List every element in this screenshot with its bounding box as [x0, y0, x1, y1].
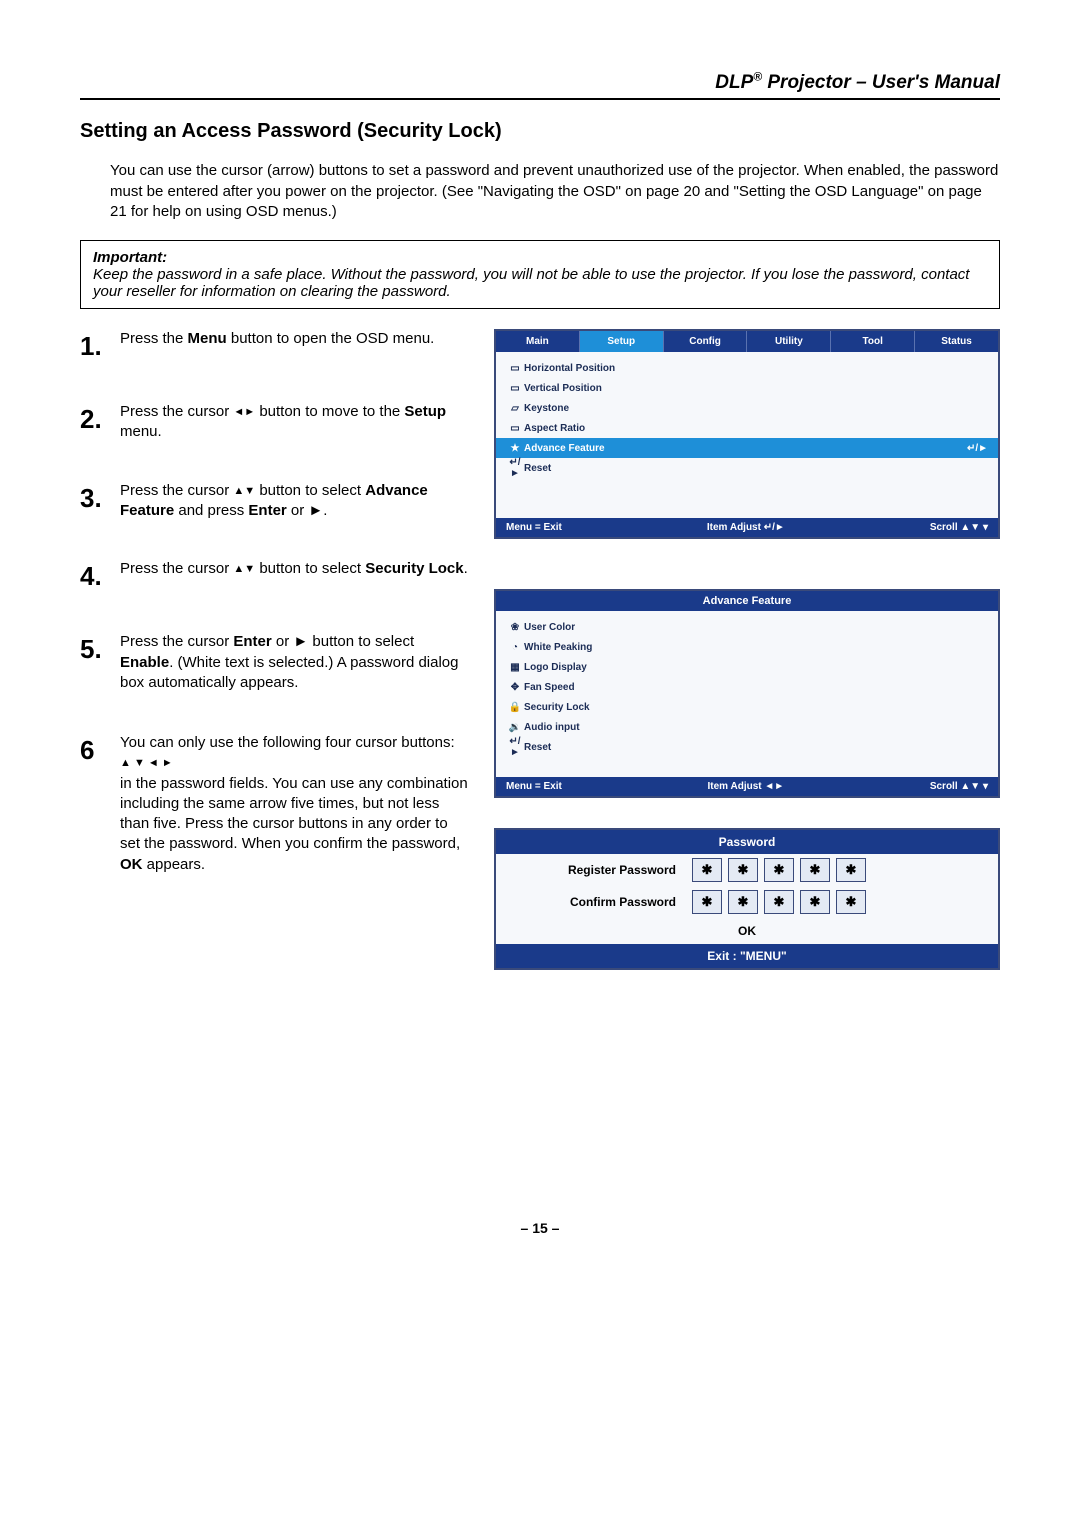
- osd-item: ↵/►Reset: [496, 458, 998, 478]
- important-label: Important:: [93, 249, 987, 266]
- osd-title: Advance Feature: [496, 591, 998, 611]
- step-number: 2.: [80, 402, 110, 443]
- step-3: 3. Press the cursor ▲▼ button to select …: [80, 481, 470, 522]
- password-ok: OK: [496, 918, 998, 944]
- osd-tab-config: Config: [664, 331, 748, 352]
- step-text: Press the cursor ▲▼ button to select Sec…: [120, 559, 468, 594]
- figures-column: Main Setup Config Utility Tool Status ▭H…: [494, 329, 1000, 970]
- osd-tab-setup: Setup: [580, 331, 664, 352]
- audio-icon: 🔉: [506, 722, 524, 733]
- osd-item: ▭Horizontal Position: [496, 358, 998, 378]
- peaking-icon: ◔: [506, 642, 524, 653]
- step-number: 4.: [80, 559, 110, 594]
- password-char: ✱: [764, 890, 794, 914]
- vpos-icon: ▭: [506, 383, 524, 394]
- password-char: ✱: [692, 858, 722, 882]
- four-arrows-icon: ▲ ▼ ◄ ►: [120, 756, 173, 771]
- password-exit-hint: Exit : "MENU": [496, 944, 998, 968]
- osd-footer-exit: Menu = Exit: [506, 781, 562, 792]
- osd-footer-scroll: Scroll ▲▼ ▾: [930, 522, 988, 533]
- header-brand: DLP: [715, 72, 753, 93]
- step-number: 3.: [80, 481, 110, 522]
- osd-tab-tool: Tool: [831, 331, 915, 352]
- password-char: ✱: [800, 890, 830, 914]
- reset-icon: ↵/►: [506, 457, 524, 479]
- up-down-arrow-icon: ▲▼: [233, 484, 255, 499]
- password-dialog: Password Register Password ✱ ✱ ✱ ✱ ✱ Con…: [494, 828, 1000, 970]
- aspect-icon: ▭: [506, 423, 524, 434]
- osd-footer: Menu = Exit Item Adjust ◄► Scroll ▲▼ ▾: [496, 777, 998, 796]
- osd-advance-feature-menu: Advance Feature ❀User Color ◔White Peaki…: [494, 589, 1000, 798]
- osd-tab-main: Main: [496, 331, 580, 352]
- osd-item-advance-feature: ★Advance Feature↵/►: [496, 438, 998, 458]
- step-text: Press the cursor ▲▼ button to select Adv…: [120, 481, 470, 522]
- header-subtitle: Projector – User's Manual: [762, 72, 1000, 93]
- step-5: 5. Press the cursor Enter or ► button to…: [80, 632, 470, 693]
- page-number: – 15 –: [80, 1220, 1000, 1236]
- register-password-label: Register Password: [506, 863, 686, 877]
- section-title: Setting an Access Password (Security Loc…: [80, 120, 1000, 143]
- up-down-arrow-icon: ▲▼: [233, 562, 255, 577]
- osd-item: 🔉Audio input: [496, 717, 998, 737]
- osd-item: ◔White Peaking: [496, 637, 998, 657]
- osd-item: ❀User Color: [496, 617, 998, 637]
- step-2: 2. Press the cursor ◄► button to move to…: [80, 402, 470, 443]
- password-title: Password: [496, 830, 998, 854]
- step-text: Press the cursor ◄► button to move to th…: [120, 402, 470, 443]
- step-number: 5.: [80, 632, 110, 693]
- osd-tab-utility: Utility: [747, 331, 831, 352]
- password-char: ✱: [764, 858, 794, 882]
- logo-icon: ▦: [506, 662, 524, 673]
- osd-item: ▭Aspect Ratio: [496, 418, 998, 438]
- register-password-row: Register Password ✱ ✱ ✱ ✱ ✱: [496, 854, 998, 886]
- steps-column: 1. Press the Menu button to open the OSD…: [80, 329, 470, 913]
- step-text: Press the Menu button to open the OSD me…: [120, 329, 434, 364]
- intro-paragraph: You can use the cursor (arrow) buttons t…: [110, 161, 1000, 222]
- osd-item: ▱Keystone: [496, 398, 998, 418]
- osd-tab-status: Status: [915, 331, 998, 352]
- osd-item: ▦Logo Display: [496, 657, 998, 677]
- password-char: ✱: [728, 890, 758, 914]
- confirm-password-label: Confirm Password: [506, 895, 686, 909]
- osd-footer-scroll: Scroll ▲▼ ▾: [930, 781, 988, 792]
- document-header: DLP® Projector – User's Manual: [80, 70, 1000, 100]
- osd-tabs: Main Setup Config Utility Tool Status: [496, 331, 998, 352]
- password-char: ✱: [836, 858, 866, 882]
- lock-icon: 🔒: [506, 702, 524, 713]
- step-6: 6 You can only use the following four cu…: [80, 733, 470, 875]
- step-number: 1.: [80, 329, 110, 364]
- osd-footer: Menu = Exit Item Adjust ↵/► Scroll ▲▼ ▾: [496, 518, 998, 537]
- reset-icon: ↵/►: [506, 736, 524, 758]
- keystone-icon: ▱: [506, 403, 524, 414]
- osd-footer-adjust: Item Adjust ↵/►: [707, 522, 785, 533]
- step-number: 6: [80, 733, 110, 875]
- osd-item: ↵/►Reset: [496, 737, 998, 757]
- step-text: You can only use the following four curs…: [120, 733, 470, 875]
- osd-footer-adjust: Item Adjust ◄►: [708, 781, 785, 792]
- osd-footer-exit: Menu = Exit: [506, 522, 562, 533]
- osd-item: ▭Vertical Position: [496, 378, 998, 398]
- header-title: DLP® Projector – User's Manual: [715, 72, 1000, 93]
- important-body: Keep the password in a safe place. Witho…: [93, 266, 987, 300]
- password-char: ✱: [692, 890, 722, 914]
- step-4: 4. Press the cursor ▲▼ button to select …: [80, 559, 470, 594]
- important-note: Important: Keep the password in a safe p…: [80, 240, 1000, 309]
- password-char: ✱: [800, 858, 830, 882]
- osd-item: ✥Fan Speed: [496, 677, 998, 697]
- left-right-arrow-icon: ◄►: [233, 405, 255, 420]
- password-char: ✱: [728, 858, 758, 882]
- hpos-icon: ▭: [506, 363, 524, 374]
- osd-setup-menu: Main Setup Config Utility Tool Status ▭H…: [494, 329, 1000, 539]
- confirm-password-row: Confirm Password ✱ ✱ ✱ ✱ ✱: [496, 886, 998, 918]
- osd-item-security-lock: 🔒Security Lock: [496, 697, 998, 717]
- password-char: ✱: [836, 890, 866, 914]
- star-icon: ★: [506, 443, 524, 454]
- fan-icon: ✥: [506, 682, 524, 693]
- step-1: 1. Press the Menu button to open the OSD…: [80, 329, 470, 364]
- step-text: Press the cursor Enter or ► button to se…: [120, 632, 470, 693]
- color-icon: ❀: [506, 622, 524, 633]
